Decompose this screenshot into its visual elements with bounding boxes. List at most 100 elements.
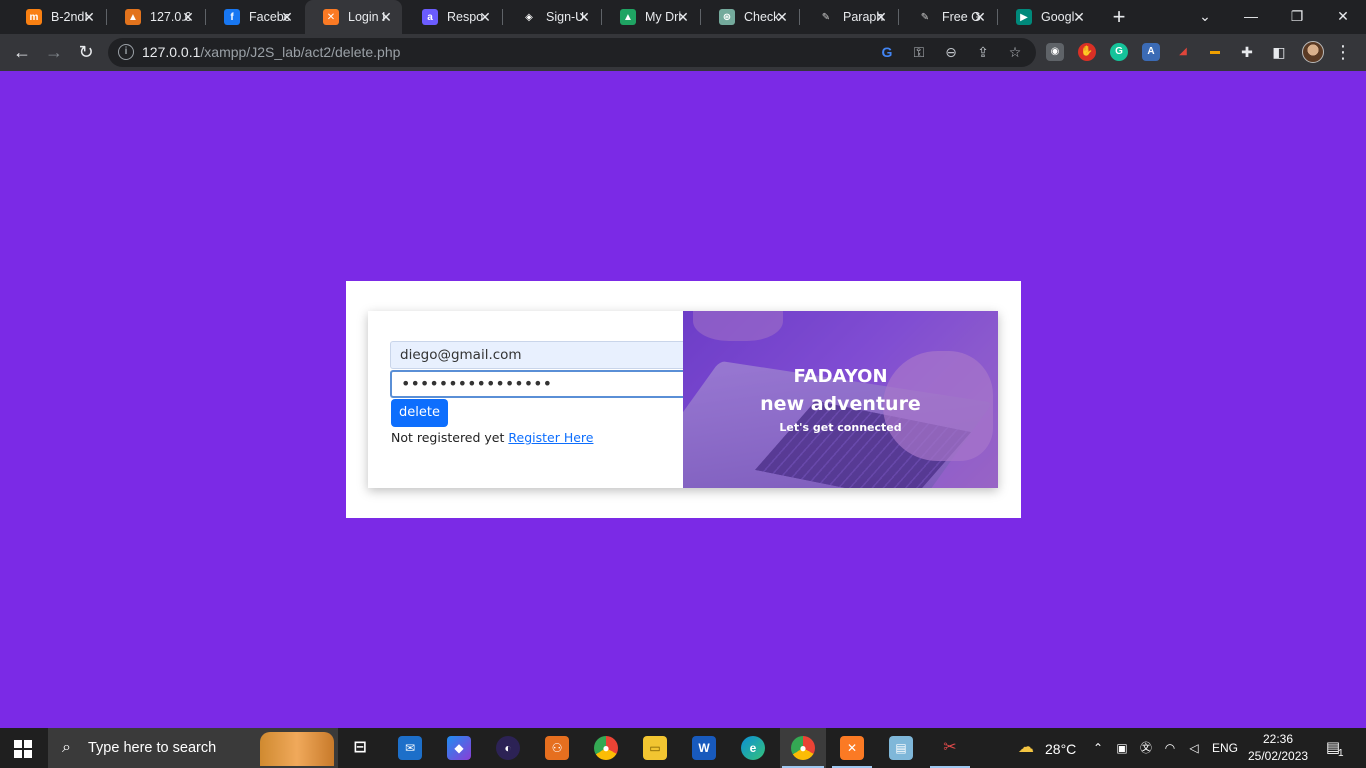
tab-search-chevron-icon[interactable]: ⌄ [1182,0,1228,34]
clock-time[interactable]: 22:36 [1263,732,1293,746]
quill-icon: ✎ [920,11,930,23]
login-inner-card: diego@gmail.com •••••••••••••••• delete … [368,311,998,488]
browser-tab[interactable]: m B-2ndI ✕ [8,0,105,34]
extensions-puzzle-icon[interactable]: ✚ [1238,43,1256,61]
extension-bird-icon[interactable]: ▬ [1206,43,1224,61]
chrome-profile-app-icon[interactable]: ● [791,736,815,760]
bing-app-icon[interactable]: ◆ [447,736,471,760]
app-orange-icon[interactable]: ⚇ [545,736,569,760]
menu-kebab-icon[interactable]: ⋮ [1334,40,1352,64]
browser-tab-strip: + ⌄ — ❐ ✕ m B-2ndI ✕ ▲ 127.0.0 ✕ f Facebo ✕ ✕ Logi… [0,0,1366,34]
browser-tab[interactable]: ⊛ Check ✕ [701,0,798,34]
weather-icon[interactable]: ☁ [1014,740,1038,756]
tab-separator [601,9,602,25]
word-app-icon[interactable]: W [692,736,716,760]
browser-tab[interactable]: a Respo ✕ [404,0,501,34]
search-highlight-art [260,732,334,766]
notepad-app-icon[interactable]: ▤ [889,736,913,760]
tab-close-icon[interactable]: ✕ [180,9,196,25]
snipping-tool-icon[interactable]: ✂ [938,736,962,760]
browser-tab[interactable]: ◈ Sign-U ✕ [503,0,600,34]
google-drive-icon: ▲ [620,9,636,25]
tab-close-icon[interactable]: ✕ [675,9,691,25]
side-panel-icon[interactable]: ◧ [1270,43,1288,61]
browser-tab[interactable]: ✎ Paraph ✕ [800,0,897,34]
wifi-icon[interactable]: ◠ [1162,740,1178,756]
browser-tab[interactable]: ▶ Googl ✕ [998,0,1095,34]
edge-app-icon[interactable]: e [741,736,765,760]
extension-grammarly-icon[interactable]: G [1110,43,1128,61]
tab-separator [205,9,206,25]
app-icon: a [422,9,438,25]
taskbar-search-box[interactable]: ⌕ Type here to search [48,728,338,768]
browser-tab[interactable]: ▲ 127.0.0 ✕ [107,0,204,34]
forward-arrow-icon[interactable]: → [42,40,66,64]
xampp-icon: ✕ [323,9,339,25]
url-text[interactable]: 127.0.0.1/xampp/J2S_lab/act2/delete.php [142,44,400,60]
tab-separator [997,9,998,25]
new-tab-button[interactable]: + [1108,6,1130,28]
tray-chevron-icon[interactable]: ⌃ [1090,740,1106,756]
windows-start-icon[interactable] [14,740,32,758]
facebook-icon: f [224,9,240,25]
google-lens-icon[interactable]: G [878,43,896,61]
mail-app-icon[interactable]: ✉ [398,736,422,760]
delete-button[interactable]: delete [391,399,448,427]
address-bar[interactable]: i 127.0.0.1/xampp/J2S_lab/act2/delete.ph… [108,38,1036,67]
reload-icon[interactable]: ↻ [74,40,98,64]
weather-temp[interactable]: 28°C [1045,741,1076,757]
browser-tab[interactable]: f Facebo ✕ [206,0,303,34]
clock-date[interactable]: 25/02/2023 [1248,749,1308,763]
back-arrow-icon[interactable]: ← [10,40,34,64]
extension-adblock-icon[interactable]: ✋ [1078,43,1096,61]
browser-tab[interactable]: ✎ Free G ✕ [899,0,996,34]
hero-image: FADAYON new adventure Let's get connecte… [683,311,998,488]
zoom-icon[interactable]: ⊖ [942,43,960,61]
browser-tab[interactable]: ✕ Login I ✕ [305,0,402,34]
language-indicator[interactable]: ENG [1212,741,1238,755]
tab-close-icon[interactable]: ✕ [1071,9,1087,25]
tab-close-icon[interactable]: ✕ [972,9,988,25]
search-placeholder: Type here to search [88,740,217,756]
meet-now-icon[interactable]: ▣ [1114,740,1130,756]
tab-close-icon[interactable]: ✕ [774,9,790,25]
notification-count: 1 [1338,748,1344,759]
input-indicator-icon[interactable]: ㉆ [1138,740,1154,756]
tab-close-icon[interactable]: ✕ [576,9,592,25]
windows-taskbar: ⌕ Type here to search ⊟ ✉ ◆ ◐ ⚇ ● ▭ W e … [0,728,1366,768]
profile-avatar[interactable] [1302,41,1324,63]
chrome-app-icon[interactable]: ● [594,736,618,760]
tab-separator [700,9,701,25]
tab-close-icon[interactable]: ✕ [81,9,97,25]
tab-close-icon[interactable]: ✕ [477,9,493,25]
xampp-cone-icon: ▲ [125,9,141,25]
key-icon[interactable]: ⚿ [910,43,928,61]
task-view-icon[interactable]: ⊟ [348,736,372,760]
bookmark-star-icon[interactable]: ☆ [1006,43,1024,61]
chatgpt-icon: ⊛ [719,9,735,25]
volume-icon[interactable]: ◁ [1186,740,1202,756]
tab-close-icon[interactable]: ✕ [873,9,889,25]
browser-tab[interactable]: ▲ My Dri ✕ [602,0,699,34]
tab-close-icon[interactable]: ✕ [279,9,295,25]
eclipse-app-icon[interactable]: ◐ [496,736,520,760]
xampp-app-icon[interactable]: ✕ [840,736,864,760]
tab-close-icon[interactable]: ✕ [378,9,394,25]
url-path: /xampp/J2S_lab/act2/delete.php [200,44,401,60]
extension-cast-icon[interactable]: ◢ [1174,43,1192,61]
site-info-icon[interactable]: i [118,44,134,60]
minimize-button[interactable]: — [1228,0,1274,34]
email-field[interactable]: diego@gmail.com [390,341,685,369]
file-explorer-icon[interactable]: ▭ [643,736,667,760]
extension-translate-icon[interactable]: A [1142,43,1160,61]
password-field[interactable]: •••••••••••••••• [390,370,685,398]
tab-separator [898,9,899,25]
register-link[interactable]: Register Here [508,430,593,445]
extension-spy-icon[interactable]: ◉ [1046,43,1064,61]
tab-separator [799,9,800,25]
restore-button[interactable]: ❐ [1274,0,1320,34]
share-icon[interactable]: ⇪ [974,43,992,61]
hero-tagline: Let's get connected [779,421,902,434]
codepen-icon: ◈ [525,11,533,23]
close-window-button[interactable]: ✕ [1320,0,1366,34]
